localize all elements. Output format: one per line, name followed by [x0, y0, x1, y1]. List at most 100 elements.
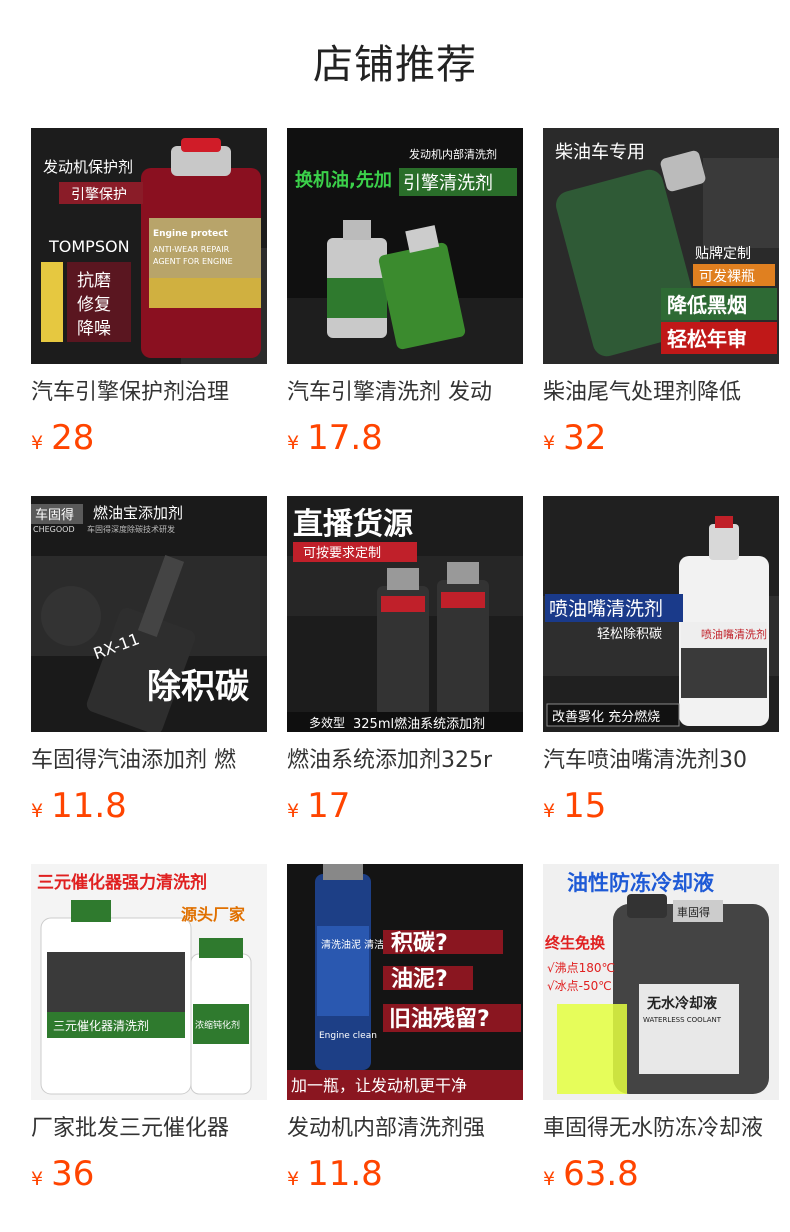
price-value: 28 — [51, 418, 95, 458]
label2-text: 浓缩钝化剂 — [195, 1019, 240, 1031]
product-price: ¥11.8 — [31, 786, 127, 826]
q3-text: 旧油残留? — [389, 1006, 490, 1032]
side-text-3: 降噪 — [77, 319, 111, 339]
price-value: 32 — [563, 418, 607, 458]
product-image[interactable]: 直播货源 可按要求定制 多效型 325ml燃油系统添加剂 — [287, 496, 523, 732]
tag-text: 可按要求定制 — [303, 546, 381, 561]
tag3-text: 降低黑烟 — [667, 293, 747, 317]
bottom-tag-text: 多效型 — [309, 715, 345, 730]
price-value: 17 — [307, 786, 351, 826]
currency-symbol: ¥ — [31, 1168, 44, 1190]
product-name[interactable]: 汽车喷油嘴清洗剂30 — [543, 746, 779, 776]
price-value: 36 — [51, 1154, 95, 1194]
product-name[interactable]: 燃油系统添加剂325r — [287, 746, 523, 776]
diesel-treatment-image: 柴油车专用 贴牌定制 可发裸瓶 降低黑烟 轻松年审 — [543, 128, 779, 364]
top-text: 柴油车专用 — [555, 142, 645, 163]
engine-protector-image: Engine protect ANTI-WEAR REPAIR AGENT FO… — [31, 128, 267, 364]
top-text: 喷油嘴清洗剂 — [549, 598, 663, 620]
left-text: 换机油,先加 — [295, 169, 392, 191]
product-image[interactable]: 发动机内部清洗剂 换机油,先加 引擎清洗剂 — [287, 128, 523, 364]
bottom-text: 325ml燃油系统添加剂 — [353, 716, 485, 732]
top-text: 发动机内部清洗剂 — [409, 147, 497, 161]
product-price: ¥15 — [543, 786, 606, 826]
product-name[interactable]: 厂家批发三元催化器 — [31, 1114, 267, 1144]
product-name[interactable]: 柴油尾气处理剂降低 — [543, 378, 779, 408]
product-price: ¥28 — [31, 418, 94, 458]
top-text: 燃油宝添加剂 — [93, 504, 183, 522]
label-text: 无水冷却液 — [646, 995, 718, 1012]
tag-text: 终生免换 — [545, 934, 606, 952]
tag-text: 引擎保护 — [71, 187, 127, 203]
side-text-2: 修复 — [77, 295, 111, 315]
q2-text: 油泥? — [391, 967, 448, 992]
currency-symbol: ¥ — [543, 800, 556, 822]
label-en3: Engine protect — [153, 229, 229, 239]
top-text: 三元催化器强力清洗剂 — [37, 872, 207, 893]
injector-cleaner-image: 喷油嘴清洗剂 喷油嘴清洗剂 轻松除积碳 改善雾化 充分燃烧 — [543, 496, 779, 732]
product-price: ¥36 — [31, 1154, 94, 1194]
can-en-text: Engine clean — [319, 1031, 377, 1041]
label1-text: 三元催化器清洗剂 — [53, 1018, 149, 1033]
tag4-text: 轻松年审 — [667, 327, 747, 351]
sub-text: 车固得深度除碳技术研发 — [87, 524, 175, 534]
fuel-additive-image: 车固得 CHEGOOD 燃油宝添加剂 车固得深度除碳技术研发 RX-11 除积碳 — [31, 496, 267, 732]
top-text: 直播货源 — [293, 507, 413, 542]
price-value: 11.8 — [51, 786, 127, 826]
currency-symbol: ¥ — [287, 800, 300, 822]
tag-text: 引擎清洗剂 — [403, 173, 493, 194]
product-grid: Engine protect ANTI-WEAR REPAIR AGENT FO… — [0, 0, 790, 1232]
product-price: ¥32 — [543, 418, 606, 458]
top-text: 发动机保护剂 — [43, 158, 133, 176]
label-en1: ANTI-WEAR REPAIR — [153, 245, 230, 254]
product-image[interactable]: 油性防冻冷却液 终生免换 √沸点180℃ √冰点-50℃ 車固得 无水冷却液 W… — [543, 864, 779, 1100]
product-image[interactable]: 喷油嘴清洗剂 喷油嘴清洗剂 轻松除积碳 改善雾化 充分燃烧 — [543, 496, 779, 732]
product-name[interactable]: 汽车引擎保护剂治理 — [31, 378, 267, 408]
brand-text: TOMPSON — [48, 237, 130, 256]
product-image[interactable]: 三元催化器强力清洗剂 源头厂家 三元催化器清洗剂 浓缩钝化剂 — [31, 864, 267, 1100]
brand-text: 車固得 — [677, 905, 710, 919]
price-value: 17.8 — [307, 418, 383, 458]
side-text-1: 抗磨 — [77, 271, 111, 291]
tag2-text: 可发裸瓶 — [699, 269, 755, 285]
product-image[interactable]: 柴油车专用 贴牌定制 可发裸瓶 降低黑烟 轻松年审 — [543, 128, 779, 364]
p2-text: √冰点-50℃ — [547, 979, 612, 993]
price-value: 11.8 — [307, 1154, 383, 1194]
bottle-label: 喷油嘴清洗剂 — [701, 627, 767, 641]
product-price: ¥63.8 — [543, 1154, 639, 1194]
label-en2: AGENT FOR ENGINE — [153, 257, 233, 266]
brand-text: 车固得 — [35, 507, 74, 523]
bottom-text: 加一瓶，让发动机更干净 — [291, 1076, 467, 1095]
price-value: 63.8 — [563, 1154, 639, 1194]
tag1-text: 贴牌定制 — [695, 245, 751, 262]
bottom-text: 改善雾化 充分燃烧 — [552, 709, 660, 725]
currency-symbol: ¥ — [287, 432, 300, 454]
product-price: ¥11.8 — [287, 1154, 383, 1194]
p1-text: √沸点180℃ — [547, 961, 615, 975]
product-name[interactable]: 车固得汽油添加剂 燃 — [31, 746, 267, 776]
fuel-system-additive-image: 直播货源 可按要求定制 多效型 325ml燃油系统添加剂 — [287, 496, 523, 732]
currency-symbol: ¥ — [31, 432, 44, 454]
sub-text: 轻松除积碳 — [597, 627, 662, 642]
product-name[interactable]: 汽车引擎清洗剂 发动 — [287, 378, 523, 408]
coolant-image: 油性防冻冷却液 终生免换 √沸点180℃ √冰点-50℃ 車固得 无水冷却液 W… — [543, 864, 779, 1100]
currency-symbol: ¥ — [543, 432, 556, 454]
engine-cleaner-image: 发动机内部清洗剂 换机油,先加 引擎清洗剂 — [287, 128, 523, 364]
brand-en-text: CHEGOOD — [33, 525, 75, 534]
label-en-text: WATERLESS COOLANT — [643, 1016, 722, 1024]
sub-text: 源头厂家 — [181, 905, 246, 924]
product-name[interactable]: 車固得无水防冻冷却液 — [543, 1114, 779, 1144]
catalytic-cleaner-image: 三元催化器强力清洗剂 源头厂家 三元催化器清洗剂 浓缩钝化剂 — [31, 864, 267, 1100]
product-price: ¥17.8 — [287, 418, 383, 458]
top-text: 油性防冻冷却液 — [567, 871, 714, 895]
currency-symbol: ¥ — [543, 1168, 556, 1190]
product-name[interactable]: 发动机内部清洗剂强 — [287, 1114, 523, 1144]
product-image[interactable]: Engine protect ANTI-WEAR REPAIR AGENT FO… — [31, 128, 267, 364]
big-text: 除积碳 — [147, 667, 250, 707]
q1-text: 积碳? — [391, 931, 448, 956]
product-image[interactable]: 清洗油泥 清洁积碳 保护引擎 Engine clean 积碳? 油泥? 旧油残留… — [287, 864, 523, 1100]
price-value: 15 — [563, 786, 607, 826]
engine-flush-image: 清洗油泥 清洁积碳 保护引擎 Engine clean 积碳? 油泥? 旧油残留… — [287, 864, 523, 1100]
currency-symbol: ¥ — [31, 800, 44, 822]
currency-symbol: ¥ — [287, 1168, 300, 1190]
product-image[interactable]: 车固得 CHEGOOD 燃油宝添加剂 车固得深度除碳技术研发 RX-11 除积碳 — [31, 496, 267, 732]
